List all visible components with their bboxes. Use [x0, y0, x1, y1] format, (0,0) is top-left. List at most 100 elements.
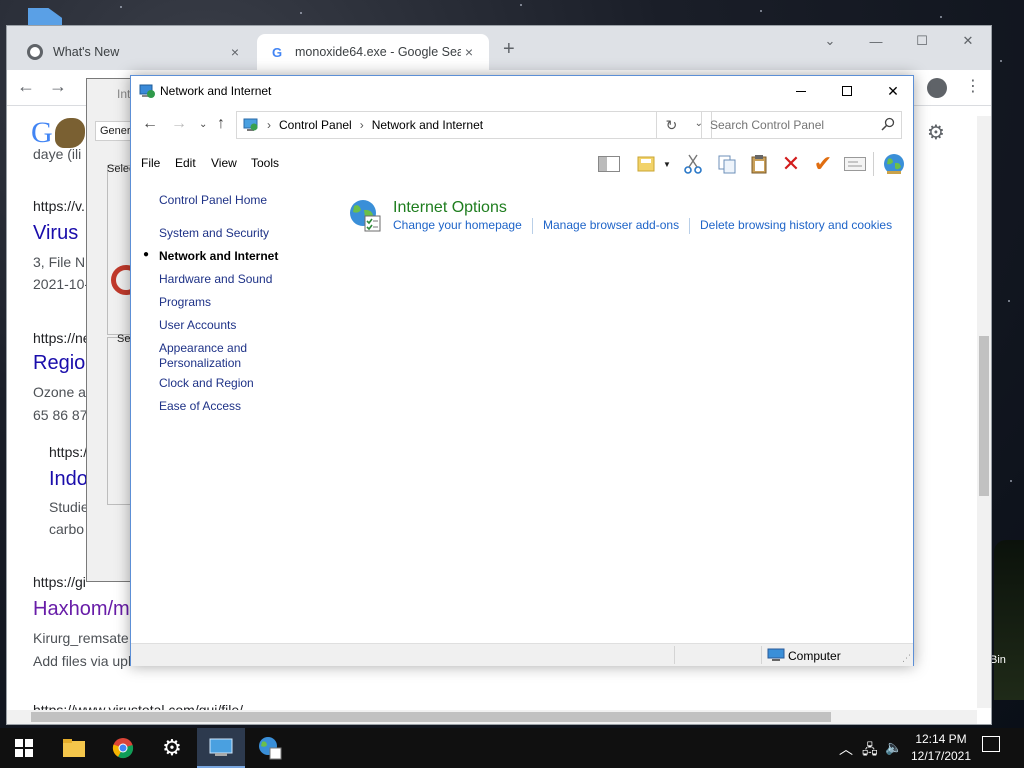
chrome-caption-buttons: ⌄ — ☐ ✕ — [807, 26, 991, 56]
properties-check-icon[interactable]: ✔ — [811, 151, 835, 176]
recycle-bin-label[interactable]: Bin — [990, 654, 1006, 666]
tab-title: What's New — [53, 45, 120, 59]
forward-arrow-icon[interactable]: → — [49, 76, 67, 97]
category-content: Internet Options Change your homepage Ma… — [343, 191, 913, 251]
more-menu-icon[interactable]: ⋮ — [965, 76, 981, 96]
maximize-button[interactable] — [824, 76, 870, 106]
change-homepage-link[interactable]: Change your homepage — [393, 218, 522, 232]
manage-add-ons-link[interactable]: Manage browser add-ons — [543, 218, 679, 232]
toolbar-separator — [873, 152, 874, 176]
breadcrumb-chevron-icon[interactable]: › — [360, 118, 364, 132]
horizontal-scrollbar[interactable] — [7, 710, 977, 724]
close-tab-icon[interactable]: × — [227, 44, 243, 60]
clock-time[interactable]: 12:14 PM — [908, 732, 974, 746]
new-tab-button[interactable]: + — [503, 38, 515, 61]
vertical-scrollbar[interactable] — [977, 116, 991, 708]
chrome-taskbar-button[interactable] — [99, 728, 147, 768]
recent-locations-chevron-icon[interactable]: ⌄ — [199, 119, 207, 130]
volume-muted-icon[interactable]: 🔈 — [885, 739, 902, 756]
address-bar[interactable]: › Control Panel › Network and Internet ⌄ — [236, 111, 712, 139]
delete-x-icon[interactable]: ✕ — [779, 151, 803, 176]
close-tab-icon[interactable]: × — [461, 44, 477, 60]
globe-icon[interactable] — [882, 152, 906, 176]
menu-edit[interactable]: Edit — [175, 156, 196, 170]
show-hidden-icons-chevron-icon[interactable]: ︿ — [839, 739, 853, 759]
breadcrumb-control-panel[interactable]: Control Panel — [279, 118, 352, 132]
search-result-title[interactable]: Virus — [33, 222, 78, 245]
window-title: Network and Internet — [160, 84, 272, 98]
breadcrumb-chevron-icon[interactable]: › — [267, 118, 271, 132]
control-panel-taskbar-button[interactable] — [197, 728, 245, 768]
control-panel-icon — [243, 118, 258, 131]
search-result-snippet: 65 86 87 — [33, 407, 88, 423]
active-item-bullet-icon: ● — [143, 249, 150, 260]
start-button[interactable] — [0, 728, 48, 768]
sidebar-item-hardware-and-sound[interactable]: Hardware and Sound — [159, 272, 272, 287]
notifications-icon[interactable] — [982, 736, 1000, 752]
search-result-title[interactable]: Indo — [49, 468, 88, 491]
search-result-snippet: Add files via upl — [33, 653, 132, 669]
settings-taskbar-button[interactable]: ⚙ — [148, 728, 196, 768]
breadcrumb-network-and-internet[interactable]: Network and Internet — [372, 118, 483, 132]
file-explorer-taskbar-button[interactable] — [50, 728, 98, 768]
search-result-snippet: Ozone a — [33, 384, 86, 400]
minimize-button[interactable] — [778, 76, 824, 106]
internet-options-taskbar-button[interactable] — [246, 728, 294, 768]
back-arrow-icon[interactable]: ← — [17, 76, 35, 97]
maximize-icon[interactable]: ☐ — [899, 26, 945, 56]
search-result-title[interactable]: Haxhom/m — [33, 598, 130, 621]
sidebar-item-ease-of-access[interactable]: Ease of Access — [159, 399, 241, 414]
internet-options-icon[interactable] — [347, 197, 383, 233]
refresh-icon[interactable]: ↻ — [656, 111, 686, 139]
network-icon[interactable]: 🖧 — [862, 739, 878, 763]
control-panel-home-link[interactable]: Control Panel Home — [159, 193, 267, 208]
cut-scissors-icon[interactable] — [681, 152, 705, 176]
sidebar-item-user-accounts[interactable]: User Accounts — [159, 318, 236, 333]
properties-card-icon[interactable] — [843, 152, 867, 176]
search-icon[interactable] — [881, 117, 895, 131]
chevron-down-icon[interactable]: ⌄ — [807, 26, 853, 56]
forward-arrow-icon[interactable]: → — [171, 115, 187, 133]
menu-view[interactable]: View — [211, 156, 237, 170]
close-icon[interactable]: ✕ — [945, 26, 991, 56]
status-divider — [674, 646, 675, 664]
close-button[interactable]: ✕ — [870, 76, 916, 106]
folder-options-dropdown-icon[interactable]: ▼ — [661, 152, 673, 176]
sidebar-item-clock-and-region[interactable]: Clock and Region — [159, 376, 254, 391]
sidebar-item-appearance-and-personalization[interactable]: Appearance and Personalization — [159, 341, 259, 371]
profile-avatar-icon[interactable] — [927, 78, 947, 98]
folder-options-icon[interactable] — [635, 152, 659, 176]
scrollbar-thumb[interactable] — [979, 336, 989, 496]
resize-grip-icon[interactable]: ⋰ — [902, 653, 911, 664]
search-box[interactable] — [701, 111, 902, 139]
status-bar: Computer ⋰ — [131, 643, 913, 666]
sidebar-item-network-and-internet[interactable]: Network and Internet — [159, 249, 278, 264]
google-g-icon: G — [271, 44, 283, 60]
menu-tools[interactable]: Tools — [251, 156, 279, 170]
delete-browsing-history-link[interactable]: Delete browsing history and cookies — [700, 218, 892, 232]
folder-icon — [63, 739, 85, 757]
search-result-snippet: carbo — [49, 521, 85, 537]
menu-file[interactable]: File — [141, 156, 160, 170]
chrome-tab-google-search[interactable]: G monoxide64.exe - Google Search × — [257, 34, 489, 70]
search-result-title[interactable]: Regio — [33, 352, 85, 375]
internet-options-title-link[interactable]: Internet Options — [393, 199, 507, 217]
sidebar-item-programs[interactable]: Programs — [159, 295, 211, 310]
google-logo[interactable]: G — [31, 116, 53, 150]
gear-icon[interactable]: ⚙ — [927, 120, 945, 145]
up-arrow-icon[interactable]: ↑ — [217, 115, 225, 133]
chrome-tab-whats-new[interactable]: What's New × — [15, 34, 255, 70]
title-bar[interactable]: Network and Internet ✕ — [131, 76, 913, 106]
google-doodle-image[interactable] — [55, 118, 85, 148]
paste-clipboard-icon[interactable] — [747, 152, 771, 176]
search-result-url: https:// — [49, 444, 92, 460]
minimize-icon[interactable]: — — [853, 26, 899, 56]
clock-date[interactable]: 12/17/2021 — [908, 749, 974, 763]
search-input[interactable] — [703, 113, 873, 137]
scrollbar-thumb[interactable] — [31, 712, 831, 722]
layout-pane-icon[interactable] — [597, 152, 621, 176]
sidebar-item-system-and-security[interactable]: System and Security — [159, 226, 269, 241]
close-icon: ✕ — [887, 82, 899, 99]
back-arrow-icon[interactable]: ← — [142, 115, 158, 133]
copy-icon[interactable] — [715, 152, 739, 176]
